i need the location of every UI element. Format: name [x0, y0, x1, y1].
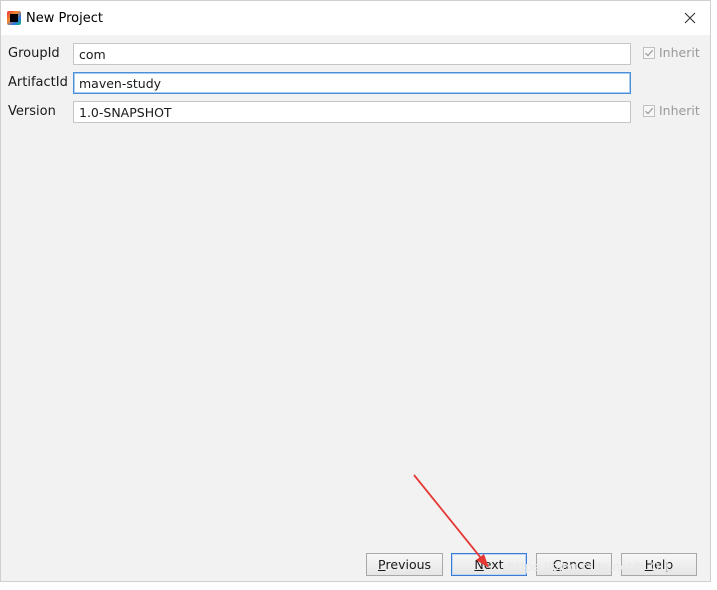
- groupid-label: GroupId: [8, 46, 60, 61]
- previous-button[interactable]: Previous: [366, 553, 443, 576]
- previous-label: revious: [385, 557, 432, 572]
- next-mnemonic: N: [474, 557, 484, 572]
- artifactid-row: ArtifactId: [1, 71, 710, 95]
- next-label: ext: [483, 557, 504, 572]
- groupid-field[interactable]: [73, 43, 631, 65]
- checkbox-checked-icon: [643, 46, 655, 59]
- close-icon[interactable]: [680, 8, 700, 28]
- intellij-app-icon: [7, 11, 21, 25]
- version-field[interactable]: [73, 101, 631, 123]
- version-inherit-checkbox[interactable]: Inherit: [643, 103, 700, 118]
- title-bar: New Project: [1, 1, 710, 35]
- previous-mnemonic: P: [377, 557, 386, 572]
- csdn-watermark: https://blog.csdn.net/h_Q_L: [508, 560, 673, 574]
- checkbox-checked-icon: [643, 104, 655, 117]
- dialog-title: New Project: [26, 10, 103, 26]
- version-row: Version Inherit: [1, 100, 710, 124]
- artifactid-label: ArtifactId: [8, 75, 68, 90]
- version-inherit-label: Inherit: [659, 103, 700, 118]
- groupid-row: GroupId Inherit: [1, 42, 710, 66]
- new-project-dialog: New Project GroupId Inherit ArtifactId V…: [0, 0, 711, 582]
- groupid-inherit-label: Inherit: [659, 45, 700, 60]
- groupid-inherit-checkbox[interactable]: Inherit: [643, 45, 700, 60]
- artifactid-field[interactable]: [73, 72, 631, 94]
- version-label: Version: [8, 104, 56, 119]
